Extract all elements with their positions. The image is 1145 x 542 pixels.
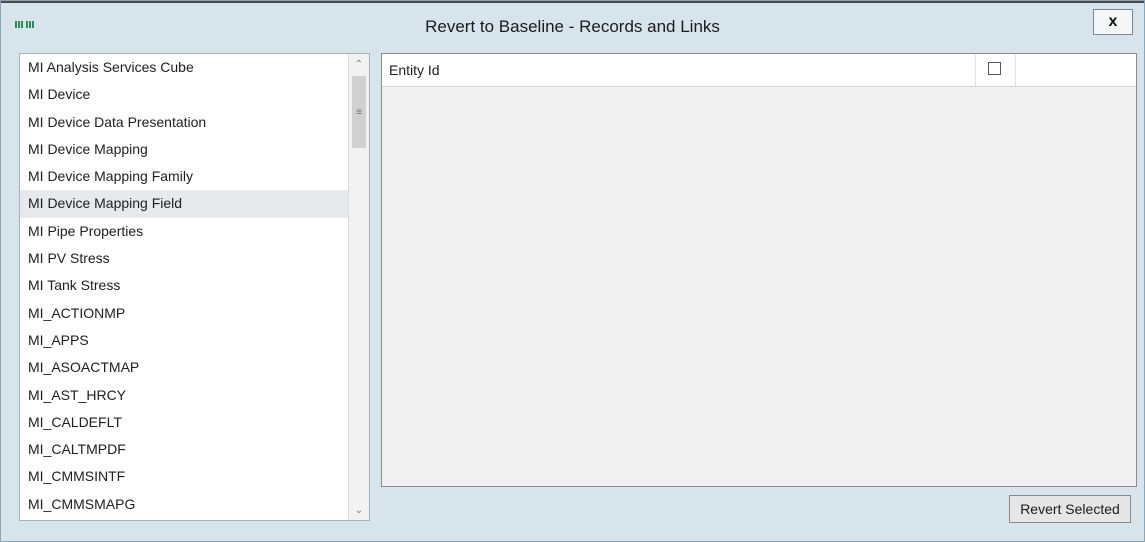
- list-item[interactable]: MI_CMMSINTF: [20, 463, 348, 490]
- list-item[interactable]: MI Device Mapping Field: [20, 190, 348, 218]
- list-item[interactable]: MI_APPS: [20, 327, 348, 354]
- list-item[interactable]: MI_ASOACTMAP: [20, 354, 348, 381]
- list-item[interactable]: MI Pipe Properties: [20, 218, 348, 245]
- family-list-panel: MI Analysis Services Cube MI Device MI Dev…: [19, 53, 370, 521]
- window-title: Revert to Baseline - Records and Links: [425, 17, 720, 36]
- select-all-checkbox[interactable]: [988, 62, 1001, 75]
- list-item[interactable]: MI Device Data Presentation: [20, 109, 348, 136]
- revert-dialog: Revert to Baseline - Records and Links x…: [0, 0, 1145, 542]
- close-button[interactable]: x: [1093, 9, 1133, 35]
- list-item[interactable]: MI PV Stress: [20, 245, 348, 272]
- revert-selected-button[interactable]: Revert Selected: [1009, 495, 1131, 523]
- chevron-up-icon[interactable]: ⌃: [349, 54, 369, 74]
- close-icon: x: [1108, 13, 1118, 30]
- column-divider: [1015, 54, 1016, 86]
- list-item[interactable]: MI_AST_HRCY: [20, 382, 348, 409]
- list-item[interactable]: MI_CALDEFLT: [20, 409, 348, 436]
- list-item[interactable]: MI Analysis Services Cube: [20, 54, 348, 81]
- grid-header-row: Entity Id: [382, 54, 1136, 87]
- title-bar[interactable]: Revert to Baseline - Records and Links x: [1, 3, 1144, 47]
- records-grid: Entity Id: [381, 53, 1137, 487]
- list-item[interactable]: MI Tank Stress: [20, 272, 348, 299]
- scrollbar-thumb[interactable]: ≡: [352, 76, 366, 148]
- column-header-entity-id[interactable]: Entity Id: [389, 62, 440, 78]
- list-scrollbar[interactable]: ⌃ ≡ ⌄: [348, 54, 369, 520]
- family-list: MI Analysis Services Cube MI Device MI Dev…: [20, 54, 348, 520]
- list-item[interactable]: MI Device Mapping: [20, 136, 348, 163]
- column-divider: [975, 54, 976, 86]
- list-item[interactable]: MI_CALTMPDF: [20, 436, 348, 463]
- list-item[interactable]: MI_CMMSMAPG: [20, 491, 348, 518]
- chevron-down-icon[interactable]: ⌄: [349, 500, 369, 520]
- list-item[interactable]: MI_ACTIONMP: [20, 300, 348, 327]
- list-item[interactable]: MI Device: [20, 81, 348, 108]
- list-item[interactable]: MI Device Mapping Family: [20, 163, 348, 190]
